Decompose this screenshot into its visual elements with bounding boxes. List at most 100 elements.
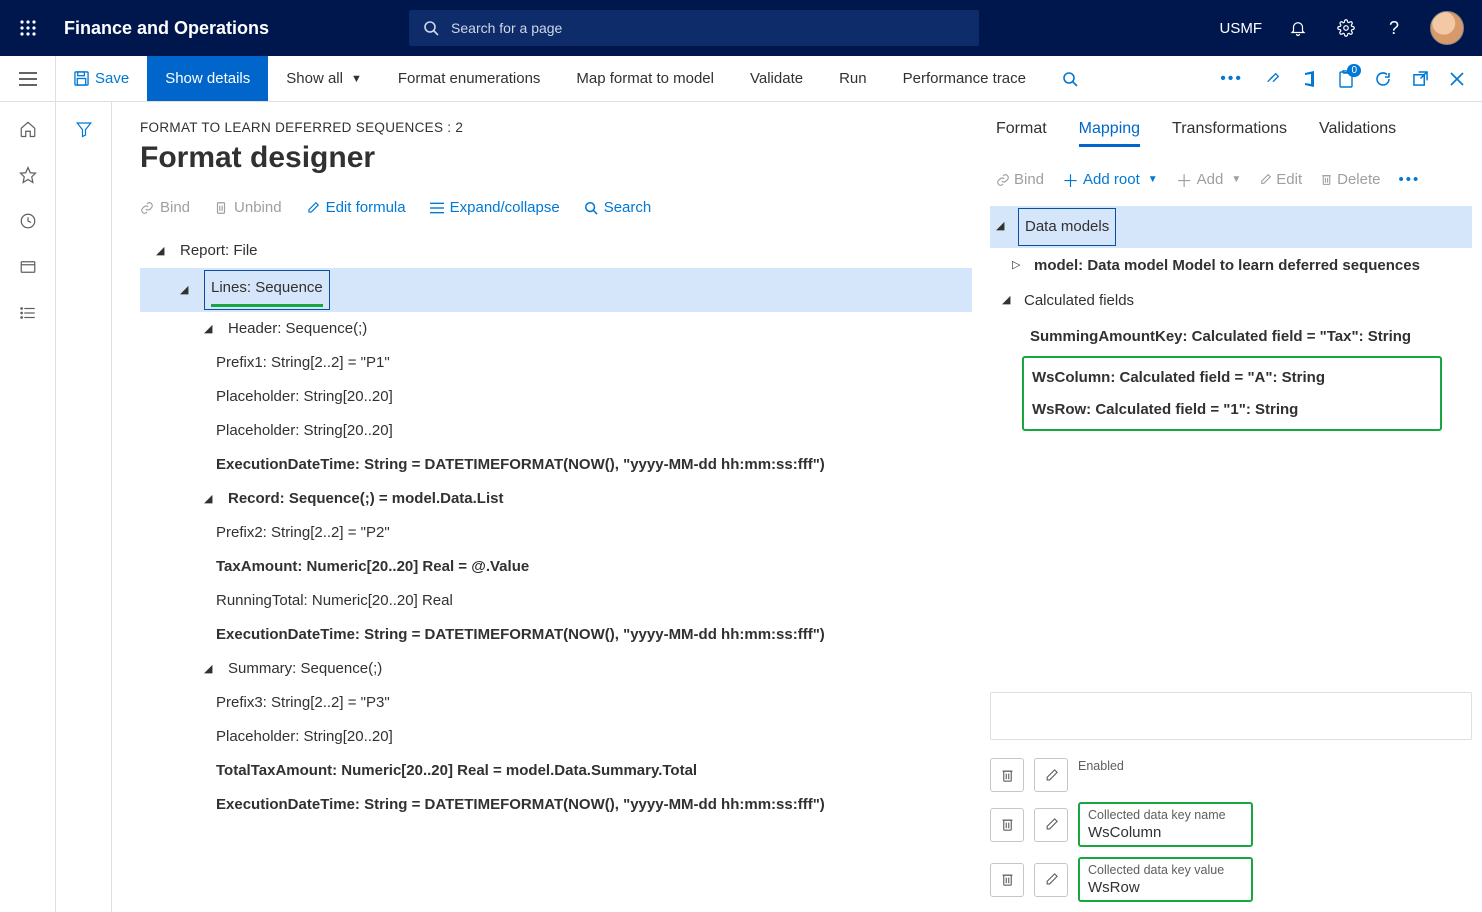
mapping-node-wsrow[interactable]: WsRow: Calculated field = "1": String (1032, 394, 1432, 426)
recent-clock-icon[interactable] (19, 212, 37, 230)
filter-funnel-icon[interactable] (75, 120, 93, 912)
clipboard-badge: 0 (1347, 64, 1361, 77)
tree-label: RunningTotal: Numeric[20..20] Real (216, 586, 453, 616)
tree-node-summary[interactable]: ◢Summary: Sequence(;) (140, 652, 972, 686)
tab-mapping[interactable]: Mapping (1079, 120, 1140, 147)
validate-button[interactable]: Validate (732, 56, 821, 101)
nav-toggle-icon[interactable] (0, 56, 56, 101)
expand-arrow-icon[interactable]: ◢ (1002, 289, 1012, 312)
validate-label: Validate (750, 70, 803, 87)
attach-icon[interactable] (1265, 71, 1281, 87)
edit-label: Edit (1276, 171, 1302, 188)
tree-label: SummingAmountKey: Calculated field = "Ta… (1030, 321, 1411, 353)
content-split: FORMAT TO LEARN DEFERRED SEQUENCES : 2 F… (112, 102, 1482, 912)
tree-label: TotalTaxAmount: Numeric[20..20] Real = m… (216, 756, 697, 786)
expand-arrow-icon[interactable]: ◢ (180, 279, 190, 301)
user-avatar[interactable] (1430, 11, 1464, 45)
tree-node-report[interactable]: ◢Report: File (140, 234, 972, 268)
performance-trace-button[interactable]: Performance trace (885, 56, 1044, 101)
clipboard-icon[interactable]: 0 (1339, 70, 1353, 88)
popout-icon[interactable] (1413, 71, 1428, 86)
enabled-field[interactable]: Enabled (1078, 759, 1472, 792)
delete-icon-button[interactable] (990, 758, 1024, 792)
expand-arrow-icon[interactable]: ◢ (204, 318, 214, 340)
collapse-arrow-icon[interactable]: ▷ (1012, 254, 1022, 277)
expand-arrow-icon[interactable]: ◢ (156, 240, 166, 262)
favorites-star-icon[interactable] (19, 166, 37, 184)
more-icon[interactable]: ••• (1220, 70, 1243, 88)
legal-entity-label[interactable]: USMF (1220, 20, 1263, 37)
top-bar: Finance and Operations Search for a page… (0, 0, 1482, 56)
edit-icon-button[interactable] (1034, 808, 1068, 842)
tree-node-runningtotal[interactable]: RunningTotal: Numeric[20..20] Real (140, 584, 972, 618)
search-button[interactable]: Search (584, 199, 652, 216)
tree-node-taxamount[interactable]: TaxAmount: Numeric[20..20] Real = @.Valu… (140, 550, 972, 584)
expand-arrow-icon[interactable]: ◢ (996, 215, 1006, 238)
expand-collapse-button[interactable]: Expand/collapse (430, 199, 560, 216)
more-button[interactable]: ••• (1398, 171, 1420, 188)
mapping-node-summing[interactable]: SummingAmountKey: Calculated field = "Ta… (990, 319, 1472, 355)
expand-arrow-icon[interactable]: ◢ (204, 488, 214, 510)
mapping-node-model[interactable]: ▷model: Data model Model to learn deferr… (990, 248, 1472, 284)
tree-node-prefix1[interactable]: Prefix1: String[2..2] = "P1" (140, 346, 972, 380)
tree-node-placeholder2[interactable]: Placeholder: String[20..20] (140, 414, 972, 448)
office-icon[interactable] (1303, 71, 1317, 87)
tree-label: Placeholder: String[20..20] (216, 722, 393, 752)
keyvalue-field[interactable]: Collected data key value WsRow (1078, 857, 1253, 902)
prop-row-keyname: Collected data key name WsColumn (990, 802, 1472, 847)
format-enumerations-button[interactable]: Format enumerations (380, 56, 559, 101)
tree-node-prefix2[interactable]: Prefix2: String[2..2] = "P2" (140, 516, 972, 550)
close-icon[interactable] (1450, 72, 1464, 86)
edit-formula-button[interactable]: Edit formula (306, 199, 406, 216)
format-toolbar: Bind Unbind Edit formula Expand/collapse… (140, 199, 972, 216)
mapping-node-calcfields[interactable]: ◢Calculated fields (990, 283, 1472, 319)
run-button[interactable]: Run (821, 56, 885, 101)
tree-node-header[interactable]: ◢Header: Sequence(;) (140, 312, 972, 346)
delete-icon-button[interactable] (990, 863, 1024, 897)
tree-node-prefix3[interactable]: Prefix3: String[2..2] = "P3" (140, 686, 972, 720)
format-enum-label: Format enumerations (398, 70, 541, 87)
edit-icon-button[interactable] (1034, 758, 1068, 792)
tree-node-execdate2[interactable]: ExecutionDateTime: String = DATETIMEFORM… (140, 618, 972, 652)
help-icon[interactable]: ? (1382, 16, 1406, 40)
tree-node-totaltax[interactable]: TotalTaxAmount: Numeric[20..20] Real = m… (140, 754, 972, 788)
mapping-toolbar: Bind ＋ Add root ▼ ＋ Add ▼ Edit (990, 167, 1472, 192)
keyvalue-value: WsRow (1088, 877, 1243, 896)
save-button[interactable]: Save (56, 56, 147, 101)
tab-format[interactable]: Format (996, 120, 1047, 147)
global-search-input[interactable]: Search for a page (409, 10, 979, 46)
refresh-icon[interactable] (1375, 71, 1391, 87)
tree-node-lines[interactable]: ◢Lines: Sequence (140, 268, 972, 312)
show-details-button[interactable]: Show details (147, 56, 268, 101)
tab-transformations[interactable]: Transformations (1172, 120, 1287, 147)
delete-icon-button[interactable] (990, 808, 1024, 842)
properties-panel: Enabled Collected data key name WsColumn (990, 682, 1472, 912)
app-launcher-icon[interactable] (0, 20, 56, 36)
tree-node-execdate3[interactable]: ExecutionDateTime: String = DATETIMEFORM… (140, 788, 972, 822)
tree-node-record[interactable]: ◢Record: Sequence(;) = model.Data.List (140, 482, 972, 516)
run-label: Run (839, 70, 867, 87)
find-button[interactable] (1044, 56, 1096, 101)
modules-list-icon[interactable] (19, 304, 37, 322)
mapping-bind-label: Bind (1014, 171, 1044, 188)
tree-label: Placeholder: String[20..20] (216, 382, 393, 412)
mapping-node-datamodels[interactable]: ◢Data models (990, 206, 1472, 248)
mapping-node-wscolumn[interactable]: WsColumn: Calculated field = "A": String (1032, 362, 1432, 394)
keyname-field[interactable]: Collected data key name WsColumn (1078, 802, 1253, 847)
main-area: FORMAT TO LEARN DEFERRED SEQUENCES : 2 F… (0, 102, 1482, 912)
map-format-button[interactable]: Map format to model (558, 56, 732, 101)
add-root-button[interactable]: ＋ Add root ▼ (1062, 167, 1158, 192)
bell-icon[interactable] (1286, 16, 1310, 40)
tree-node-execdate1[interactable]: ExecutionDateTime: String = DATETIMEFORM… (140, 448, 972, 482)
tree-node-placeholder1[interactable]: Placeholder: String[20..20] (140, 380, 972, 414)
settings-gear-icon[interactable] (1334, 16, 1358, 40)
expand-arrow-icon[interactable]: ◢ (204, 658, 214, 680)
show-all-button[interactable]: Show all▼ (268, 56, 380, 101)
enabled-label: Enabled (1078, 759, 1472, 773)
home-icon[interactable] (19, 120, 37, 138)
tree-node-placeholder3[interactable]: Placeholder: String[20..20] (140, 720, 972, 754)
workspaces-icon[interactable] (19, 258, 37, 276)
edit-icon-button[interactable] (1034, 863, 1068, 897)
breadcrumb: FORMAT TO LEARN DEFERRED SEQUENCES : 2 (140, 120, 972, 135)
tab-validations[interactable]: Validations (1319, 120, 1396, 147)
